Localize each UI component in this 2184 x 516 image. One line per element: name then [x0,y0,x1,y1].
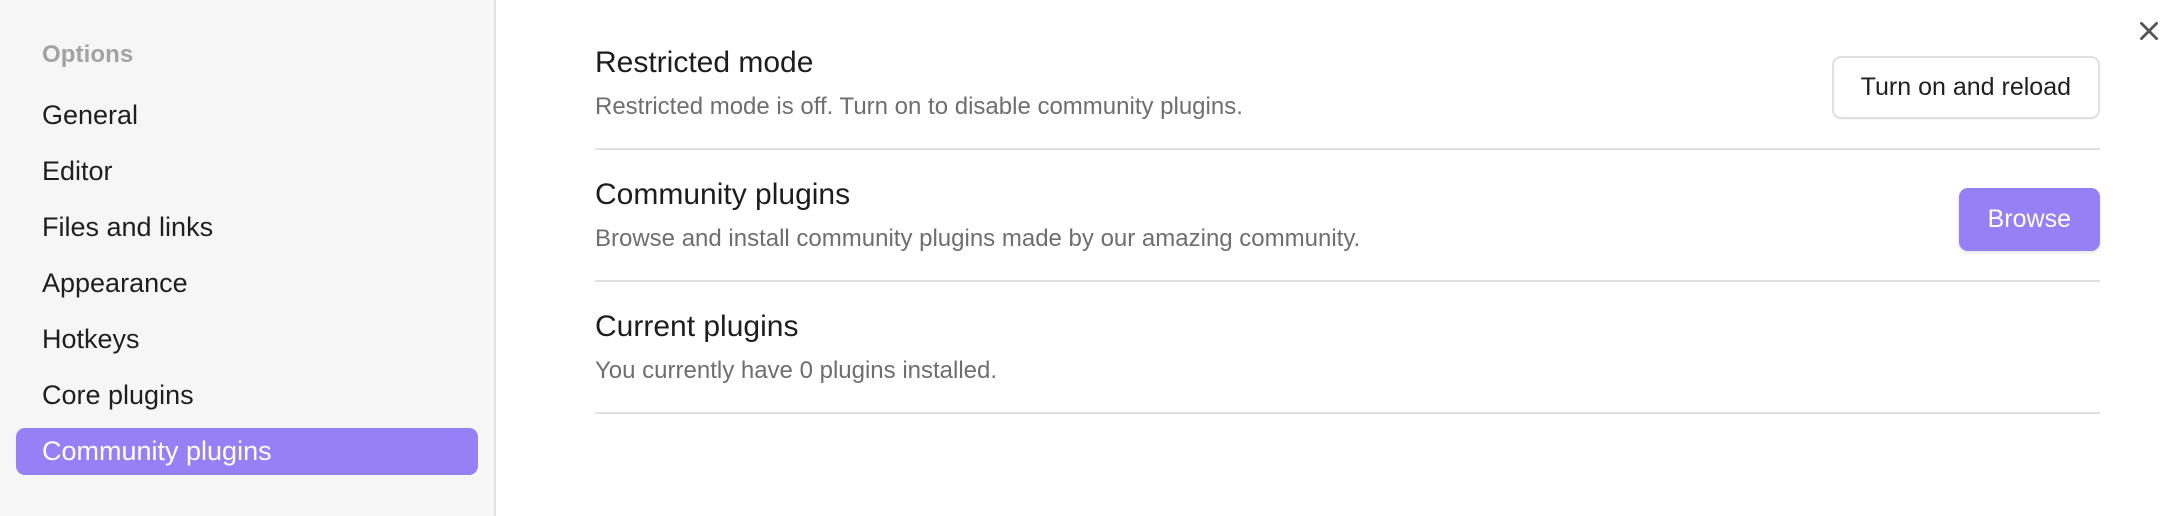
setting-description: You currently have 0 plugins installed. [595,357,998,384]
setting-row: Current plugins You currently have 0 plug… [595,308,2100,414]
setting-control: Browse [1958,176,2100,251]
setting-info: Community plugins Browse and install comm… [595,176,1360,254]
turn-on-and-reload-button[interactable]: Turn on and reload [1831,56,2100,119]
sidebar-item-label: Files and links [42,212,214,242]
sidebar-item-hotkeys[interactable]: Hotkeys [16,316,478,363]
setting-row: Community plugins Browse and install comm… [595,176,2100,282]
setting-title: Restricted mode [595,46,814,79]
sidebar-item-files-and-links[interactable]: Files and links [16,204,478,251]
setting-title: Community plugins [595,178,851,211]
sidebar-section-header: Options [42,41,134,68]
sidebar-item-label: Community plugins [42,436,272,466]
browse-button[interactable]: Browse [1958,188,2100,251]
sidebar-item-label: Appearance [42,268,188,298]
setting-description: Browse and install community plugins mad… [595,225,1361,252]
sidebar-item-editor[interactable]: Editor [16,148,478,195]
setting-row: Restricted mode Restricted mode is off. T… [595,44,2100,150]
settings-window: Options General Editor Files and links Appe… [0,0,2184,516]
sidebar-item-general[interactable]: General [16,92,478,139]
settings-main-panel: Restricted mode Restricted mode is off. T… [496,0,2184,516]
setting-control: Turn on and reload [1831,44,2100,119]
sidebar-item-label: Editor [42,156,113,186]
sidebar-item-community-plugins[interactable]: Community plugins [16,428,478,475]
setting-info: Restricted mode Restricted mode is off. T… [595,44,1243,122]
close-icon [2136,18,2162,44]
sidebar-nav: General Editor Files and links Appearance Ho… [0,92,494,475]
sidebar-item-label: General [42,100,139,130]
settings-list: Restricted mode Restricted mode is off. T… [595,44,2100,414]
sidebar-item-appearance[interactable]: Appearance [16,260,478,307]
close-button[interactable] [2126,8,2172,54]
settings-sidebar: Options General Editor Files and links Appe… [0,0,496,516]
sidebar-item-label: Hotkeys [42,324,140,354]
setting-description: Restricted mode is off. Turn on to disab… [595,93,1243,120]
sidebar-item-core-plugins[interactable]: Core plugins [16,372,478,419]
sidebar-item-label: Core plugins [42,380,194,410]
setting-info: Current plugins You currently have 0 plug… [595,308,997,386]
setting-title: Current plugins [595,310,799,343]
